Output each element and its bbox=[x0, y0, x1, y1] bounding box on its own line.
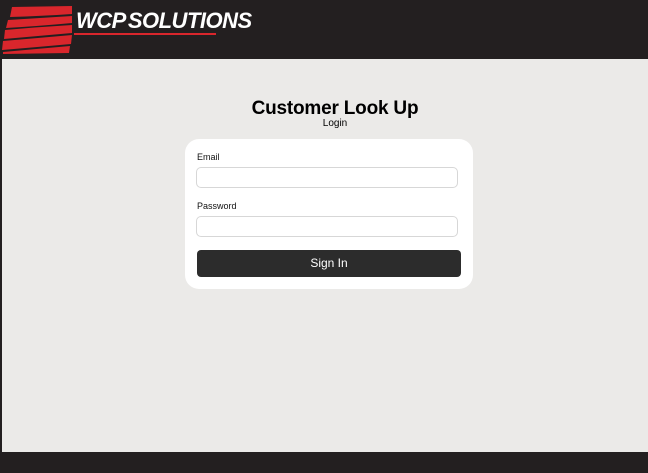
app-header: WCPSOLUTIONS bbox=[0, 0, 648, 59]
email-label: Email bbox=[197, 152, 220, 162]
app-footer bbox=[0, 452, 648, 473]
brand-logo[interactable]: WCPSOLUTIONS bbox=[2, 4, 252, 54]
page-subtitle: Login bbox=[322, 118, 348, 129]
logo-secondary-text: SOLUTIONS bbox=[127, 8, 252, 33]
sign-in-button[interactable]: Sign In bbox=[197, 250, 461, 277]
password-label: Password bbox=[197, 201, 237, 211]
main-content: Customer Look Up Login Email Password Si… bbox=[2, 59, 648, 452]
email-field[interactable] bbox=[196, 167, 458, 188]
login-card: Email Password Sign In bbox=[185, 139, 473, 289]
logo-primary-text: WCP bbox=[76, 8, 126, 33]
flag-stripes-icon bbox=[2, 6, 72, 54]
password-field[interactable] bbox=[196, 216, 458, 237]
logo-wordmark: WCPSOLUTIONS bbox=[76, 8, 252, 34]
logo-underline bbox=[74, 33, 216, 35]
